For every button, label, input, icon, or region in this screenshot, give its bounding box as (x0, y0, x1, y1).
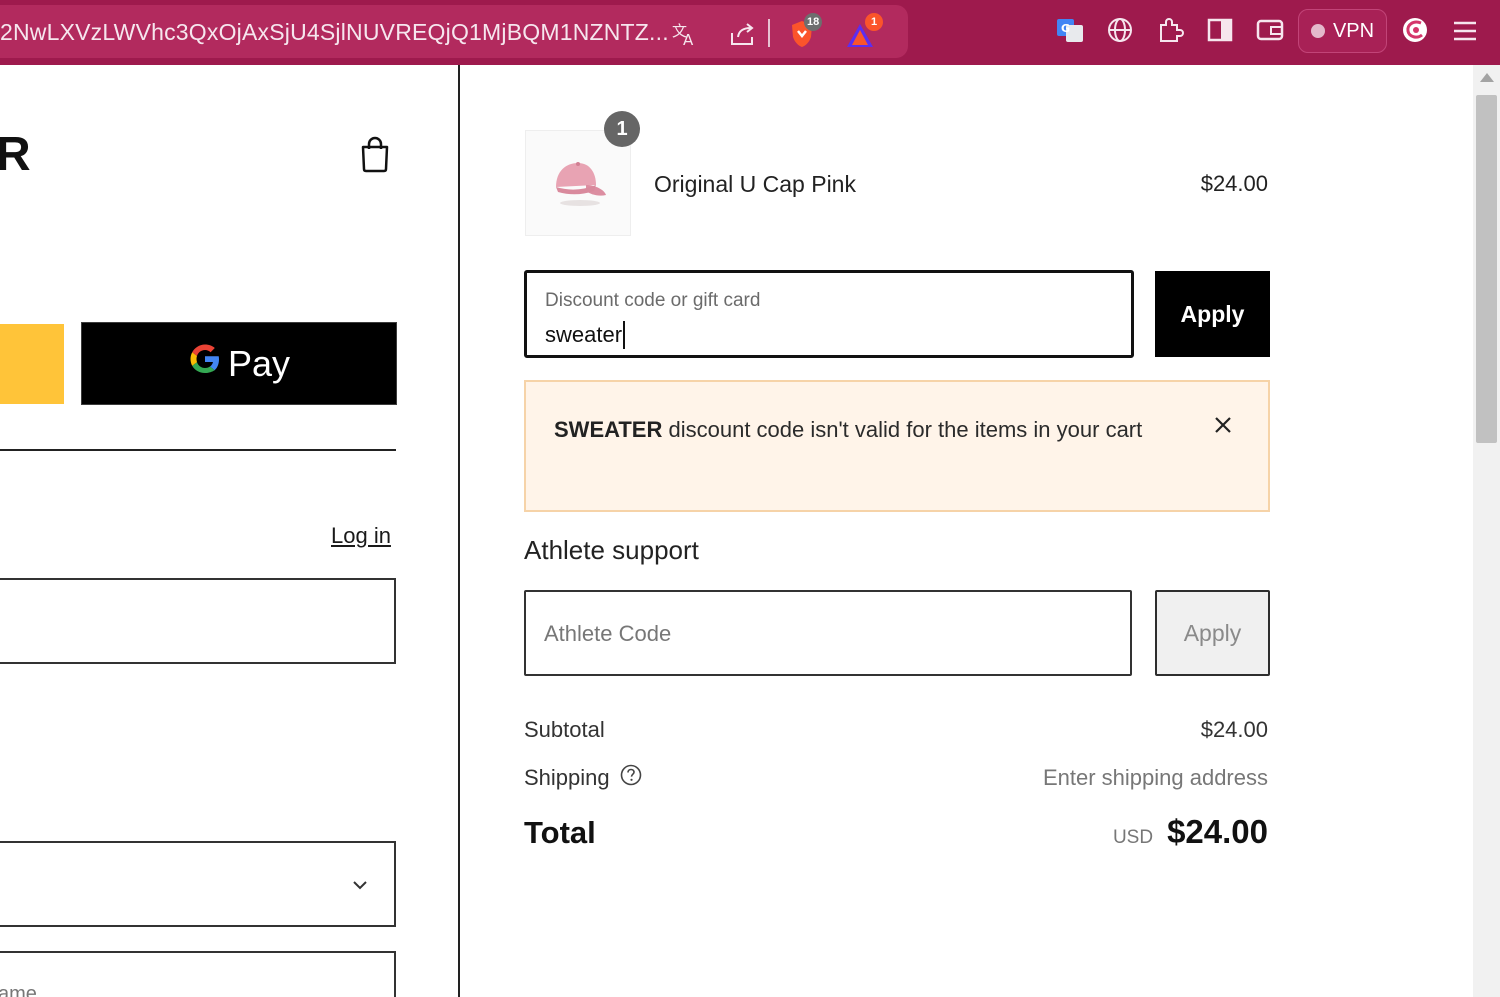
last-name-field[interactable]: ame (0, 951, 396, 997)
help-circle-icon[interactable] (620, 764, 642, 792)
order-summary-pane: 1 Original U Cap Pink $24.00 Discount co… (462, 65, 1472, 997)
discount-code-value[interactable]: sweater (545, 321, 626, 349)
separator (768, 19, 770, 47)
discount-code-text: sweater (545, 322, 623, 347)
discount-error-message: SWEATER discount code isn't valid for th… (554, 412, 1174, 448)
product-name: Original U Cap Pink (654, 171, 856, 197)
total-amount-group: USD $24.00 (1113, 813, 1268, 851)
google-pay-button[interactable]: Pay (81, 322, 397, 405)
extensions-icon[interactable] (1155, 15, 1185, 45)
express-checkout-divider (0, 449, 396, 451)
checkout-form-pane: R Pay Log in ame (0, 65, 460, 997)
rewards-count-badge: 1 (865, 13, 883, 31)
athlete-support-heading: Athlete support (524, 535, 699, 565)
brave-shield-icon[interactable]: 18 (786, 13, 823, 51)
apply-athlete-code-button[interactable]: Apply (1155, 590, 1270, 676)
brave-rewards-icon[interactable]: 1 (843, 13, 883, 51)
browser-toolbar: 2NwLXVzLWVhc3QxOjAxSjU4SjlNUVREQjQ1MjBQM… (0, 0, 1500, 65)
discount-error-alert: SWEATER discount code isn't valid for th… (524, 380, 1270, 512)
discount-code-input[interactable]: Discount code or gift card sweater (524, 270, 1134, 358)
subtotal-label: Subtotal (524, 717, 605, 742)
google-translate-icon[interactable]: G (1055, 15, 1085, 45)
shopping-bag-icon[interactable] (358, 135, 392, 178)
apply-discount-button[interactable]: Apply (1155, 271, 1270, 357)
athlete-code-input[interactable]: Athlete Code (524, 590, 1132, 676)
email-field[interactable] (0, 578, 396, 664)
paypal-express-button[interactable] (0, 324, 64, 404)
shipping-value: Enter shipping address (1042, 765, 1268, 790)
globe-icon[interactable] (1105, 15, 1135, 45)
product-price: $24.00 (1200, 171, 1268, 196)
vpn-label: VPN (1332, 19, 1375, 42)
quantity-badge: 1 (604, 111, 640, 147)
share-icon[interactable] (728, 19, 758, 49)
shipping-label: Shipping (524, 765, 610, 790)
scroll-up-arrow-icon[interactable] (1480, 73, 1494, 82)
google-pay-label: Pay (227, 342, 291, 384)
close-icon[interactable] (1208, 410, 1238, 440)
currency-code: USD (1112, 827, 1154, 848)
athlete-code-placeholder: Athlete Code (544, 621, 672, 646)
text-caret (623, 321, 626, 349)
total-label: Total (524, 815, 596, 850)
discount-error-text: discount code isn't valid for the items … (662, 417, 1143, 442)
pink-cap-image (556, 162, 606, 206)
shield-count-badge: 18 (804, 13, 823, 31)
shipping-row-label: Shipping (524, 764, 642, 792)
sidebar-toggle-icon[interactable] (1205, 15, 1235, 45)
address-bar[interactable]: 2NwLXVzLWVhc3QxOjAxSjU4SjlNUVREQjQ1MjBQM… (0, 5, 908, 58)
url-text[interactable]: 2NwLXVzLWVhc3QxOjAxSjU4SjlNUVREQjQ1MjBQM… (0, 19, 669, 46)
menu-icon[interactable] (1450, 17, 1480, 45)
google-g-icon (188, 341, 222, 386)
translate-icon[interactable]: 文A (670, 19, 700, 49)
discount-code-label: Discount code or gift card (545, 290, 761, 311)
store-logo[interactable]: R (0, 127, 31, 182)
wallet-icon[interactable] (1255, 15, 1285, 45)
country-select[interactable] (0, 841, 396, 927)
subtotal-value: $24.00 (1200, 717, 1268, 742)
last-name-placeholder: ame (0, 983, 37, 997)
vpn-button[interactable]: VPN (1298, 9, 1387, 53)
svg-text:A: A (683, 31, 694, 47)
vpn-status-dot (1310, 24, 1325, 38)
discount-error-code: SWEATER (554, 417, 663, 442)
scrollbar-thumb[interactable] (1476, 95, 1497, 443)
chevron-down-icon (352, 877, 368, 895)
login-link[interactable]: Log in (331, 523, 391, 549)
svg-text:G: G (1061, 22, 1070, 35)
leo-ai-icon[interactable] (1400, 15, 1430, 45)
page-scrollbar[interactable] (1473, 65, 1500, 997)
total-amount: $24.00 (1167, 813, 1268, 850)
